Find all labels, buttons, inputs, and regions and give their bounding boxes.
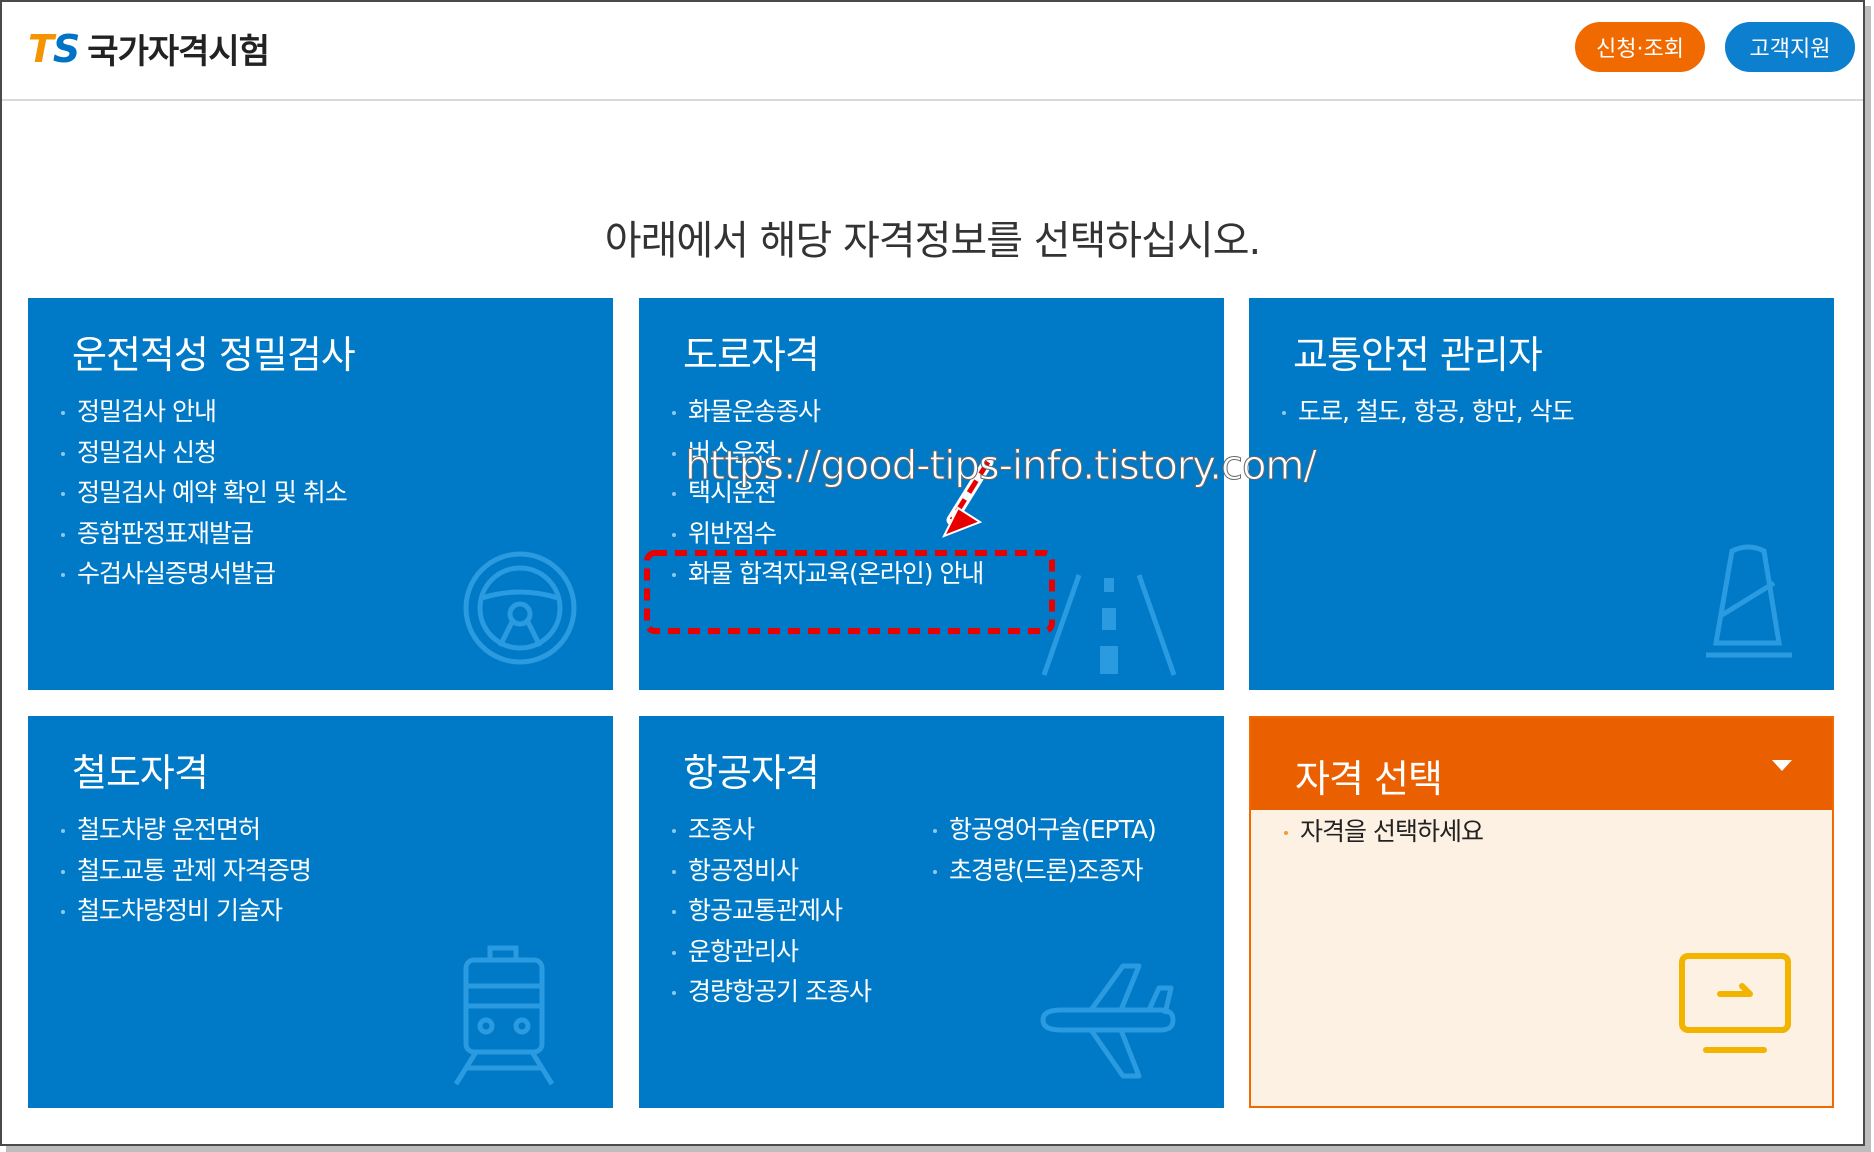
highlight-box (644, 550, 1055, 634)
annotation-overlay (644, 456, 1055, 634)
watermark-url: https://good-tips-info.tistory.com/ (685, 443, 1318, 490)
